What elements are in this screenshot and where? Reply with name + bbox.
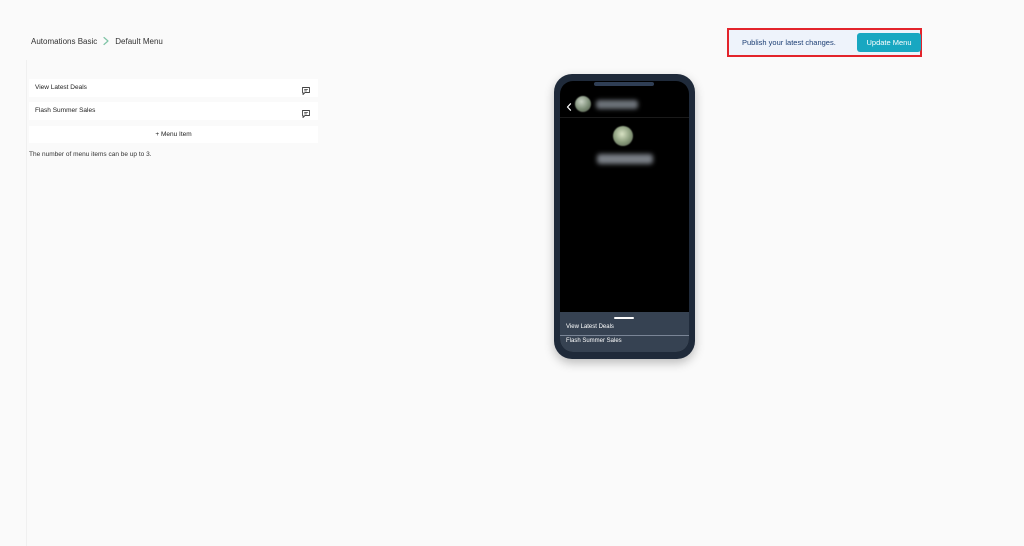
menu-item-label: View Latest Deals	[35, 84, 87, 91]
phone-preview: View Latest Deals Flash Summer Sales	[554, 74, 695, 359]
profile-avatar	[613, 126, 633, 146]
message-reply-icon[interactable]	[301, 106, 311, 118]
divider	[26, 60, 27, 546]
blurred-account-name	[596, 100, 638, 109]
phone-screen: View Latest Deals Flash Summer Sales	[560, 81, 689, 352]
publish-banner: Publish your latest changes. Update Menu	[727, 28, 922, 57]
preview-menu-item-label: View Latest Deals	[566, 324, 614, 330]
breadcrumb: Automations Basic Default Menu	[31, 36, 163, 46]
add-menu-item-button[interactable]: + Menu Item	[29, 126, 318, 143]
preview-menu-item: View Latest Deals	[560, 324, 689, 336]
menu-item[interactable]: View Latest Deals	[29, 79, 318, 97]
chat-header	[560, 81, 689, 118]
breadcrumb-current: Default Menu	[115, 36, 163, 46]
preview-menu-item-label: Flash Summer Sales	[566, 338, 622, 344]
phone-notch	[594, 82, 654, 86]
update-menu-button[interactable]: Update Menu	[857, 33, 921, 52]
menu-limit-hint: The number of menu items can be up to 3.	[29, 151, 152, 158]
blurred-profile-name	[597, 154, 653, 164]
drag-handle	[614, 317, 634, 319]
chevron-right-icon	[100, 36, 112, 46]
breadcrumb-parent-link[interactable]: Automations Basic	[31, 37, 97, 46]
message-reply-icon[interactable]	[301, 83, 311, 95]
menu-item-label: Flash Summer Sales	[35, 107, 96, 114]
persistent-menu-sheet: View Latest Deals Flash Summer Sales	[560, 312, 689, 352]
avatar	[575, 96, 591, 112]
menu-items-list: View Latest Deals Flash Summer Sales	[29, 79, 318, 125]
publish-message: Publish your latest changes.	[742, 38, 836, 47]
preview-menu-item: Flash Summer Sales	[560, 338, 689, 348]
chevron-left-icon	[566, 98, 572, 111]
menu-item[interactable]: Flash Summer Sales	[29, 102, 318, 120]
